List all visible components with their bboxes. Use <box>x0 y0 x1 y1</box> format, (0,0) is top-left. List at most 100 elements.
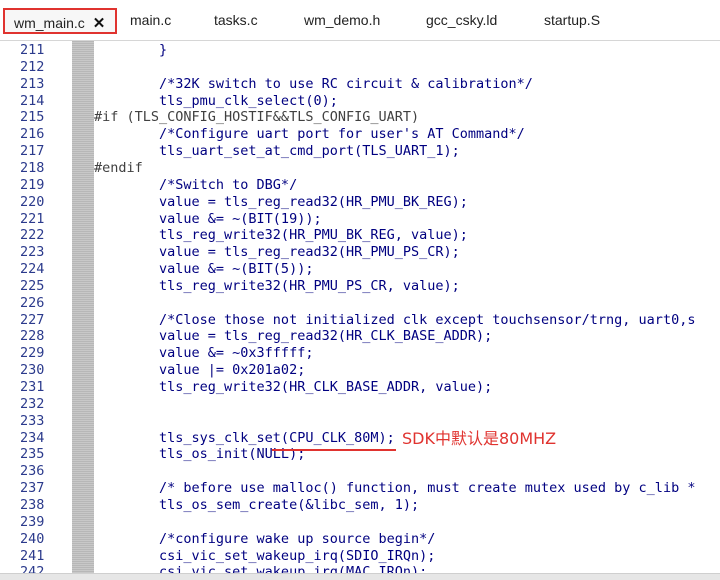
line-number: 223 <box>20 244 45 261</box>
code-text: value &= ~(BIT(19)); <box>94 210 322 227</box>
line-number: 221 <box>20 210 45 227</box>
code-text: #if (TLS_CONFIG_HOSTIF&&TLS_CONFIG_UART) <box>94 109 420 126</box>
code-line[interactable]: 211 } <box>0 42 720 59</box>
code-text: } <box>94 42 168 58</box>
tab-label: startup.S <box>544 12 601 28</box>
code-line[interactable]: 229 value &= ~0x3fffff; <box>0 345 720 362</box>
line-number: 238 <box>20 496 45 513</box>
code-text: /*configure wake up source begin*/ <box>94 530 436 547</box>
code-line[interactable]: 228 value = tls_reg_read32(HR_CLK_BASE_A… <box>0 328 720 345</box>
code-text: /* before use malloc() function, must cr… <box>94 480 696 497</box>
code-text: value = tls_reg_read32(HR_PMU_PS_CR); <box>94 244 460 261</box>
line-number: 229 <box>20 345 45 362</box>
code-text: /*Configure uart port for user's AT Comm… <box>94 126 525 143</box>
code-line[interactable]: 236 <box>0 463 720 480</box>
code-line[interactable]: 217 tls_uart_set_at_cmd_port(TLS_UART_1)… <box>0 143 720 160</box>
code-line[interactable]: 218 #endif <box>0 160 720 177</box>
code-line[interactable]: 216 /*Configure uart port for user's AT … <box>0 126 720 143</box>
code-editor[interactable]: 211 } 212 213 /*32K switch to use RC circu… <box>0 41 720 573</box>
line-number: 216 <box>20 126 45 143</box>
code-line[interactable]: 242 csi_vic_set_wakeup_irq(MAC_IRQn); <box>0 564 720 573</box>
code-text: value = tls_reg_read32(HR_CLK_BASE_ADDR)… <box>94 328 493 345</box>
code-text: csi_vic_set_wakeup_irq(SDIO_IRQn); <box>94 547 436 564</box>
code-text: value &= ~0x3fffff; <box>94 345 314 362</box>
code-line[interactable]: 226 <box>0 295 720 312</box>
code-text: tls_reg_write32(HR_PMU_PS_CR, value); <box>94 277 460 294</box>
line-number: 239 <box>20 513 45 530</box>
code-text: tls_reg_write32(HR_PMU_BK_REG, value); <box>94 227 468 244</box>
line-number: 230 <box>20 362 45 379</box>
code-line[interactable]: 214 tls_pmu_clk_select(0); <box>0 93 720 110</box>
code-line[interactable]: 237 /* before use malloc() function, mus… <box>0 480 720 497</box>
code-text: value |= 0x201a02; <box>94 362 306 379</box>
tab-label: tasks.c <box>214 12 258 28</box>
line-number: 231 <box>20 379 45 395</box>
line-number: 214 <box>20 92 45 109</box>
code-text: #endif <box>94 159 143 176</box>
line-number: 232 <box>20 395 45 412</box>
line-number: 219 <box>20 176 45 193</box>
tab-label: wm_main.c <box>14 15 85 31</box>
code-line[interactable]: 222 tls_reg_write32(HR_PMU_BK_REG, value… <box>0 227 720 244</box>
line-number: 217 <box>20 143 45 160</box>
code-line[interactable]: 232 <box>0 396 720 413</box>
tab-wm-main-c[interactable]: wm_main.c ✕ <box>3 8 117 34</box>
close-icon[interactable]: ✕ <box>93 11 106 37</box>
code-line[interactable]: 220 value = tls_reg_read32(HR_PMU_BK_REG… <box>0 194 720 211</box>
code-text: value = tls_reg_read32(HR_PMU_BK_REG); <box>94 193 468 210</box>
line-number: 241 <box>20 547 45 564</box>
code-line[interactable]: 241 csi_vic_set_wakeup_irq(SDIO_IRQn); <box>0 548 720 565</box>
line-number: 240 <box>20 530 45 547</box>
tab-wm-demo-h[interactable]: wm_demo.h <box>304 8 380 32</box>
tab-tasks-c[interactable]: tasks.c <box>214 8 258 32</box>
line-number: 224 <box>20 261 45 278</box>
code-line[interactable]: 234 tls_sys_clk_set(CPU_CLK_80M); <box>0 430 720 447</box>
annotation-text: SDK中默认是80MHZ <box>402 429 557 448</box>
code-line[interactable]: 227 /*Close those not initialized clk ex… <box>0 312 720 329</box>
code-line[interactable]: 231 tls_reg_write32(HR_CLK_BASE_ADDR, va… <box>0 379 720 396</box>
code-line[interactable]: 233 <box>0 413 720 430</box>
code-line[interactable]: 239 <box>0 514 720 531</box>
tab-main-c[interactable]: main.c <box>130 8 171 32</box>
code-line[interactable]: 213 /*32K switch to use RC circuit & cal… <box>0 76 720 93</box>
code-line[interactable]: 221 value &= ~(BIT(19)); <box>0 211 720 228</box>
code-text: tls_uart_set_at_cmd_port(TLS_UART_1); <box>94 143 460 160</box>
code-text: value &= ~(BIT(5)); <box>94 261 314 278</box>
code-line[interactable]: 230 value |= 0x201a02; <box>0 362 720 379</box>
code-text: tls_os_sem_create(&libc_sem, 1); <box>94 496 420 513</box>
tab-label: wm_demo.h <box>304 12 381 28</box>
code-text: tls_pmu_clk_select(0); <box>94 92 338 109</box>
code-line[interactable]: 212 <box>0 59 720 76</box>
line-number: 226 <box>20 294 45 311</box>
line-number: 234 <box>20 429 45 446</box>
line-number: 235 <box>20 446 45 463</box>
line-number: 233 <box>20 412 45 429</box>
code-text: tls_reg_write32(HR_CLK_BASE_ADDR, value)… <box>94 379 493 395</box>
line-number: 227 <box>20 311 45 328</box>
code-line[interactable]: 238 tls_os_sem_create(&libc_sem, 1); <box>0 497 720 514</box>
tab-startup-s[interactable]: startup.S <box>544 8 600 32</box>
line-number: 237 <box>20 480 45 497</box>
code-text: /*Switch to DBG*/ <box>94 176 298 193</box>
annotation-underline <box>272 449 396 451</box>
code-text: tls_sys_clk_set(CPU_CLK_80M); <box>94 429 395 446</box>
tab-bar: wm_main.c ✕ main.c tasks.c wm_demo.h gcc_… <box>0 0 720 41</box>
code-line[interactable]: 215 #if (TLS_CONFIG_HOSTIF&&TLS_CONFIG_UA… <box>0 109 720 126</box>
code-line[interactable]: 219 /*Switch to DBG*/ <box>0 177 720 194</box>
line-number: 225 <box>20 277 45 294</box>
code-line[interactable]: 224 value &= ~(BIT(5)); <box>0 261 720 278</box>
tab-gcc-csky-ld[interactable]: gcc_csky.ld <box>426 8 497 32</box>
line-number: 242 <box>20 564 45 573</box>
code-line[interactable]: 240 /*configure wake up source begin*/ <box>0 531 720 548</box>
code-line[interactable]: 225 tls_reg_write32(HR_PMU_PS_CR, value)… <box>0 278 720 295</box>
line-number: 211 <box>20 42 45 58</box>
line-number: 220 <box>20 193 45 210</box>
code-text: csi_vic_set_wakeup_irq(MAC_IRQn); <box>94 564 428 573</box>
code-line[interactable]: 223 value = tls_reg_read32(HR_PMU_PS_CR)… <box>0 244 720 261</box>
code-text: /*Close those not initialized clk except… <box>94 311 696 328</box>
line-number: 222 <box>20 227 45 244</box>
line-number: 213 <box>20 75 45 92</box>
line-number: 212 <box>20 58 45 75</box>
tab-label: main.c <box>130 12 172 28</box>
tab-label: gcc_csky.ld <box>426 12 498 28</box>
